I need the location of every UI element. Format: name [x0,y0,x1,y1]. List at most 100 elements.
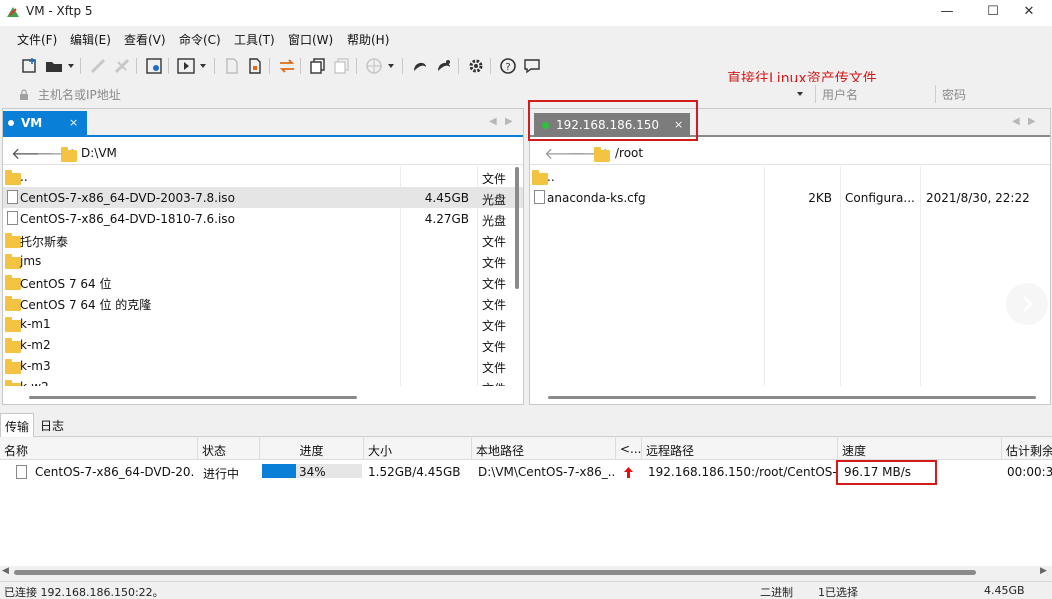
scroll-left-icon[interactable]: ◀ [2,566,9,576]
transfer-horizontal-scrollbar[interactable]: ◀ ▶ [0,566,1052,578]
password-input[interactable]: 密码 [942,86,966,103]
menu-file[interactable]: 文件(F) [17,31,57,48]
list-item[interactable]: .. [530,166,1050,187]
address-separator [815,85,816,103]
disconnect-icon[interactable] [112,56,132,76]
file-name: CentOS-7-x86_64-DVD-1810-7.6.iso [20,212,235,226]
properties-icon[interactable] [144,56,164,76]
xftp-new-window-icon[interactable] [434,56,454,76]
file-name: .. [547,170,555,184]
menu-window[interactable]: 窗口(W) [288,31,333,48]
list-item[interactable]: anaconda-ks.cfg 2KB Configura... 2021/8/30,… [530,187,1050,208]
xftp-logo-icon [7,7,19,17]
address-separator [935,85,936,103]
remote-file-list: .. anaconda-ks.cfg 2KB Configura... 2021/8/3… [530,166,1050,386]
file-name: k-w2 [20,380,49,386]
window-title: VM - Xftp 5 [26,4,93,18]
list-item[interactable]: k-m1 文件 [3,313,523,334]
toolbar-separator [214,58,215,74]
tab-vm[interactable]: VM × [3,111,87,137]
close-window-button[interactable]: ✕ [1006,0,1052,26]
remote-path-input[interactable]: /root [615,146,643,160]
column-header-progress[interactable]: 进度 [260,438,364,460]
list-item[interactable]: CentOS-7-x86_64-DVD-1810-7.6.iso 4.27GB 光盘 [3,208,523,229]
folder-icon [5,275,21,290]
toolbar-separator [136,58,137,74]
title-bar: VM - Xftp 5 — ☐ ✕ [0,0,1052,26]
transfer-table: 名称 状态 进度 大小 本地路径 <... 远程路径 速度 估计剩余 CentO… [0,438,1052,578]
list-item[interactable]: .. 文件 [3,166,523,187]
column-header-size[interactable]: 大小 [364,438,472,460]
list-item[interactable]: CentOS 7 64 位 文件 [3,271,523,292]
tab-vm-close-icon[interactable]: × [69,116,78,129]
local-horizontal-scrollbar[interactable] [29,396,357,399]
transfer-start-icon[interactable] [176,56,196,76]
toolbar: ? [0,50,1052,82]
local-path-input[interactable]: D:\VM [81,146,117,160]
help-icon[interactable]: ? [498,56,518,76]
encoding-dropdown-icon[interactable] [388,64,394,68]
xshell-icon[interactable] [410,56,430,76]
open-dropdown-icon[interactable] [68,64,74,68]
column-header-status[interactable]: 状态 [198,438,260,460]
scroll-thumb[interactable] [14,570,976,575]
tab-next-icon[interactable]: ▶ [505,116,513,127]
file-icon [16,465,27,479]
toolbar-separator [458,58,459,74]
menu-command[interactable]: 命令(C) [179,31,221,48]
tab-prev-icon[interactable]: ◀ [489,116,497,127]
file-size: 4.27GB [424,212,469,226]
list-item[interactable]: CentOS-7-x86_64-DVD-2003-7.8.iso 4.45GB 光盘 [3,187,523,208]
gear-icon[interactable] [466,56,486,76]
list-item[interactable]: jms 文件 [3,250,523,271]
host-dropdown-icon[interactable] [797,92,803,96]
transfer-remote-path: 192.168.186.150:/root/CentOS-... [648,465,836,479]
file-name: k-m2 [20,338,51,352]
scroll-right-icon[interactable]: ▶ [1040,566,1047,576]
list-item[interactable]: CentOS 7 64 位 的克隆 文件 [3,292,523,313]
column-header-name[interactable]: 名称 [0,438,198,460]
list-item[interactable]: k-m3 文件 [3,355,523,376]
column-header-remote-path[interactable]: 远程路径 [642,438,838,460]
encoding-globe-icon[interactable] [364,56,384,76]
file-type: 文件 [482,340,507,354]
list-item[interactable]: 托尔斯泰 文件 [3,229,523,250]
column-header-eta[interactable]: 估计剩余 [1002,438,1052,460]
remote-horizontal-scrollbar[interactable] [548,396,1036,399]
list-item[interactable]: k-m2 文件 [3,334,523,355]
username-input[interactable]: 用户名 [822,86,858,103]
menu-edit[interactable]: 编辑(E) [70,31,111,48]
local-vertical-scrollbar[interactable] [515,167,519,289]
menu-help[interactable]: 帮助(H) [347,31,389,48]
file-type: 文件 [482,361,507,375]
folder-icon [5,359,21,374]
column-header-direction[interactable]: <... [616,438,642,460]
menu-tools[interactable]: 工具(T) [234,31,275,48]
connect-icon[interactable] [88,56,108,76]
host-input[interactable]: 主机名或IP地址 [38,86,121,103]
tab-next-icon[interactable]: ▶ [1028,116,1036,127]
download-file-icon[interactable] [245,56,265,76]
file-type: 文件 [482,298,507,312]
chat-icon[interactable] [522,56,542,76]
paste-icon[interactable] [332,56,352,76]
transfer-name: CentOS-7-x86_64-DVD-20... [35,465,195,479]
file-name: CentOS-7-x86_64-DVD-2003-7.8.iso [20,191,235,205]
column-header-local-path[interactable]: 本地路径 [472,438,616,460]
column-header-speed[interactable]: 速度 [838,438,1002,460]
tab-transfers[interactable]: 传输 [0,413,35,437]
upload-file-icon[interactable] [222,56,242,76]
next-page-arrow-icon[interactable] [1006,283,1048,325]
folder-icon [5,338,21,353]
open-folder-icon[interactable] [44,56,64,76]
tab-prev-icon[interactable]: ◀ [1012,116,1020,127]
minimize-button[interactable]: — [924,0,970,26]
menu-view[interactable]: 查看(V) [124,31,166,48]
copy-icon[interactable] [308,56,328,76]
sync-icon[interactable] [277,56,297,76]
transfer-dropdown-icon[interactable] [200,64,206,68]
new-session-icon[interactable] [20,56,40,76]
list-item[interactable]: k-w2 文件 [3,376,523,386]
transfer-size: 1.52GB/4.45GB [368,465,461,479]
tab-log[interactable]: 日志 [36,413,68,437]
